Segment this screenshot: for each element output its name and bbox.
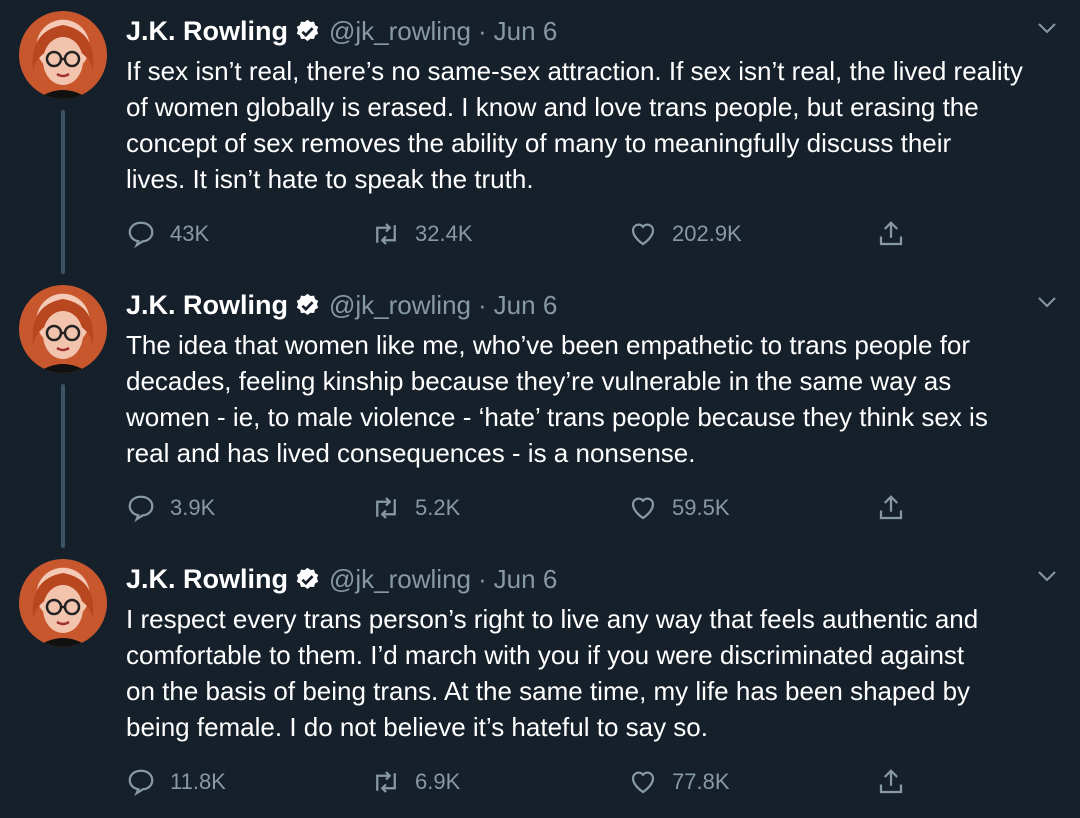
chevron-down-icon[interactable] [1035,564,1059,588]
author-handle[interactable]: @jk_rowling [329,290,471,321]
tweet-text-line: decades, feeling kinship because they’re… [126,366,952,396]
author-handle[interactable]: @jk_rowling [329,564,471,595]
verified-badge-icon [294,292,321,319]
tweet-header: J.K. Rowling @jk_rowling · Jun 6 [126,12,1041,50]
verified-badge-icon [294,18,321,45]
tweet-content: J.K. Rowling @jk_rowling · Jun 6 I respe… [126,560,1041,745]
tweet-1[interactable]: J.K. Rowling @jk_rowling · Jun 6 If sex … [0,0,1080,274]
tweet-content: J.K. Rowling @jk_rowling · Jun 6 The ide… [126,286,1041,471]
retweet-count: 32.4K [415,221,473,246]
retweet-count: 6.9K [415,769,461,794]
like-button[interactable]: 59.5K [628,488,730,528]
retweet-button[interactable]: 32.4K [371,214,473,254]
tweet-header: J.K. Rowling @jk_rowling · Jun 6 [126,560,1041,598]
like-count: 202.9K [672,221,742,246]
tweet-thread: J.K. Rowling @jk_rowling · Jun 6 If sex … [0,0,1080,810]
author-handle[interactable]: @jk_rowling [329,16,471,47]
tweet-text-line: being female. I do not believe it’s hate… [126,712,708,742]
retweet-icon [376,497,396,519]
avatar[interactable] [19,11,107,99]
author-name[interactable]: J.K. Rowling [126,564,288,595]
reply-button[interactable]: 11.8K [126,762,226,802]
reply-button[interactable]: 43K [126,214,209,254]
chevron-down-icon[interactable] [1035,290,1059,314]
tweet-actions: 3.9K 5.2K 59.5K [126,488,926,528]
reply-icon [128,221,154,249]
tweet-3[interactable]: J.K. Rowling @jk_rowling · Jun 6 I respe… [0,548,1080,818]
tweet-text-line: lives. It isn’t hate to speak the truth. [126,164,534,194]
share-button[interactable] [876,488,906,528]
tweet-text-line: of women globally is erased. I know and … [126,92,979,122]
retweet-button[interactable]: 6.9K [371,762,460,802]
tweet-text-line: The idea that women like me, who’ve been… [126,330,971,360]
reply-count: 3.9K [170,495,216,520]
heart-icon [631,497,655,520]
author-name[interactable]: J.K. Rowling [126,16,288,47]
retweet-icon [376,223,396,245]
retweet-count: 5.2K [415,495,461,520]
heart-icon [631,771,655,794]
share-button[interactable] [876,762,906,802]
like-count: 59.5K [672,495,730,520]
separator-dot: · [478,289,487,320]
tweet-text-line: comfortable to them. I’d march with you … [126,640,965,670]
tweet-2[interactable]: J.K. Rowling @jk_rowling · Jun 6 The ide… [0,274,1080,548]
share-icon [879,769,903,794]
tweet-date[interactable]: Jun 6 [494,16,558,47]
avatar-column [19,11,107,99]
avatar-column [19,285,107,373]
thread-line [61,384,65,548]
share-icon [879,495,903,520]
tweet-text-line: real and has lived consequences - is a n… [126,438,696,468]
tweet-text: I respect every trans person’s right to … [126,601,1041,745]
share-icon [879,221,903,246]
tweet-text-line: I respect every trans person’s right to … [126,604,979,634]
reply-count: 11.8K [170,769,226,794]
tweet-header: J.K. Rowling @jk_rowling · Jun 6 [126,286,1041,324]
reply-icon [128,769,154,797]
retweet-button[interactable]: 5.2K [371,488,460,528]
verified-badge-icon [294,566,321,593]
chevron-down-icon[interactable] [1035,16,1059,40]
tweet-text-line: If sex isn’t real, there’s no same-sex a… [126,56,1023,86]
tweet-date[interactable]: Jun 6 [494,564,558,595]
retweet-icon [376,771,396,793]
like-button[interactable]: 202.9K [628,214,742,254]
tweet-actions: 11.8K 6.9K 77.8K [126,762,926,802]
reply-count: 43K [170,221,210,246]
reply-icon [128,495,154,523]
tweet-date[interactable]: Jun 6 [494,290,558,321]
like-button[interactable]: 77.8K [628,762,730,802]
tweet-text-line: women - ie, to male violence - ‘hate’ tr… [126,402,988,432]
avatar-column [19,559,107,647]
tweet-content: J.K. Rowling @jk_rowling · Jun 6 If sex … [126,12,1041,197]
like-count: 77.8K [672,769,730,794]
reply-button[interactable]: 3.9K [126,488,215,528]
thread-line [61,110,65,274]
tweet-text: The idea that women like me, who’ve been… [126,327,1041,471]
tweet-actions: 43K 32.4K 202.9K [126,214,926,254]
avatar[interactable] [19,285,107,373]
tweet-text: If sex isn’t real, there’s no same-sex a… [126,53,1041,197]
separator-dot: · [478,563,487,594]
tweet-text-line: concept of sex removes the ability of ma… [126,128,952,158]
avatar[interactable] [19,559,107,647]
separator-dot: · [478,15,487,46]
heart-icon [631,223,655,246]
author-name[interactable]: J.K. Rowling [126,290,288,321]
tweet-text-line: on the basis of being trans. At the same… [126,676,971,706]
share-button[interactable] [876,214,906,254]
